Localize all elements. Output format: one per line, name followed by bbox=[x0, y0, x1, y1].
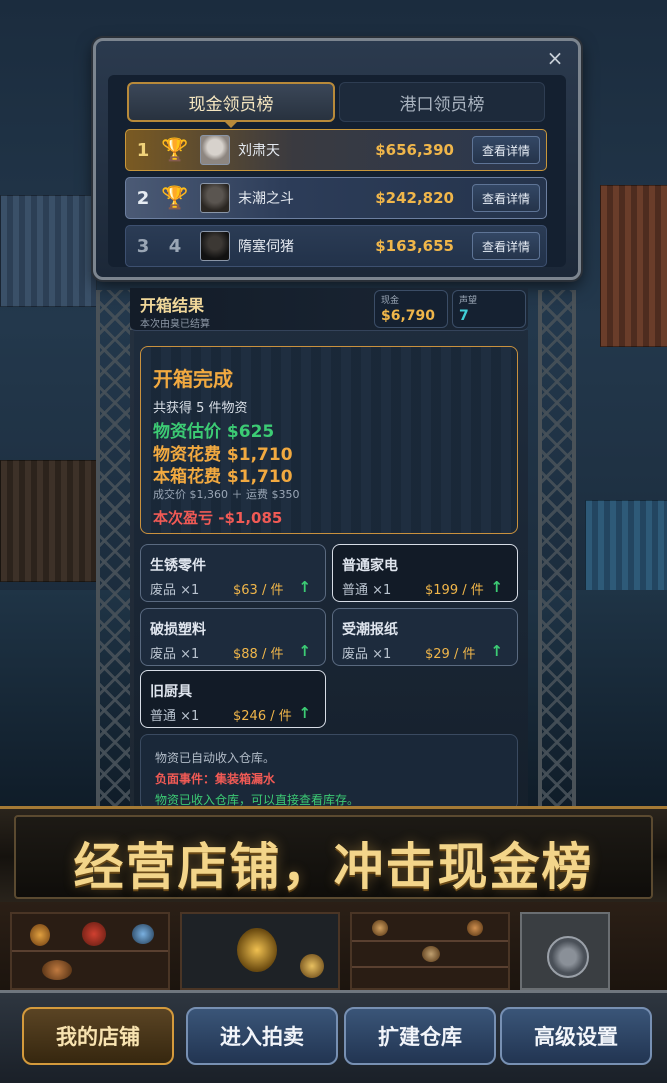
close-icon[interactable]: × bbox=[546, 48, 564, 68]
leaderboard-rows: 1 🏆 刘肃天 $656,390 查看详情 2 🏆 末潮之斗 $242,820 … bbox=[125, 129, 547, 273]
event-log: 物资已自动收入仓库。 负面事件：集装箱漏水 物资已收入仓库，可以直接查看库存。 bbox=[140, 734, 518, 810]
cost-breakdown: 成交价 $1,360 ＋ 运费 $350 bbox=[153, 488, 300, 501]
arrow-up-icon: ↑ bbox=[298, 704, 311, 722]
avatar bbox=[200, 183, 230, 213]
item-count: 共获得 5 件物资 bbox=[153, 401, 248, 416]
item-quality: 废品 ×1 bbox=[150, 647, 200, 662]
cash-value: $6,790 bbox=[381, 308, 436, 324]
safe-vault bbox=[520, 912, 610, 990]
view-details-button[interactable]: 查看详情 bbox=[472, 184, 540, 212]
arrow-up-icon: ↑ bbox=[490, 578, 503, 596]
item-price: $246 / 件 bbox=[233, 709, 292, 724]
bg-container-left bbox=[0, 195, 97, 307]
player-cash: $163,655 bbox=[375, 237, 454, 255]
item-price: $199 / 件 bbox=[425, 583, 484, 598]
gold-trophy-icon: 🏆 bbox=[161, 137, 189, 163]
log-line-negative-event: 负面事件：集装箱漏水 bbox=[155, 772, 276, 786]
result-header: 开箱结果 本次由臭已结算 现金 $6,790 声望 7 bbox=[130, 288, 528, 331]
item-name: 生锈零件 bbox=[150, 558, 206, 574]
result-subtitle: 本次由臭已结算 bbox=[140, 319, 210, 330]
avatar bbox=[200, 231, 230, 261]
player-cash: $656,390 bbox=[375, 141, 454, 159]
item-price: $29 / 件 bbox=[425, 647, 476, 662]
player-cash: $242,820 bbox=[375, 189, 454, 207]
view-details-button[interactable]: 查看详情 bbox=[472, 136, 540, 164]
rank-number-secondary: 4 bbox=[168, 235, 182, 257]
bottom-nav: 我的店铺 进入拍卖 扩建仓库 高级设置 bbox=[0, 990, 667, 1083]
bronze-trophy-icon: 🏆 bbox=[161, 185, 189, 211]
crane-left bbox=[96, 290, 134, 810]
item-price: $63 / 件 bbox=[233, 583, 284, 598]
shop-scene bbox=[0, 902, 667, 1000]
my-shop-button[interactable]: 我的店铺 bbox=[22, 1007, 174, 1065]
crane-right bbox=[538, 290, 576, 810]
expand-warehouse-button[interactable]: 扩建仓库 bbox=[344, 1007, 496, 1065]
item-card[interactable]: 生锈零件 废品 ×1 $63 / 件 ↑ bbox=[140, 544, 326, 602]
reputation-value: 7 bbox=[459, 308, 469, 324]
arrow-up-icon: ↑ bbox=[490, 642, 503, 660]
item-card[interactable]: 普通家电 普通 ×1 $199 / 件 ↑ bbox=[332, 544, 518, 602]
item-quality: 普通 ×1 bbox=[150, 709, 200, 724]
banner-text: 经营店铺，冲击现金榜 bbox=[73, 838, 594, 896]
log-line: 物资已自动收入仓库。 bbox=[155, 751, 276, 765]
item-name: 普通家电 bbox=[342, 558, 398, 574]
bg-container-right bbox=[600, 185, 667, 347]
summary-title: 开箱完成 bbox=[153, 367, 233, 391]
shop-shelf bbox=[10, 912, 170, 990]
item-price: $88 / 件 bbox=[233, 647, 284, 662]
reputation-stat: 声望 7 bbox=[452, 290, 526, 328]
shop-shelf bbox=[350, 912, 510, 990]
enter-auction-button[interactable]: 进入拍卖 bbox=[186, 1007, 338, 1065]
rank-number: 1 bbox=[136, 139, 150, 161]
tab-cash-leaderboard[interactable]: 现金领员榜 bbox=[127, 82, 335, 128]
item-card[interactable]: 受潮报纸 废品 ×1 $29 / 件 ↑ bbox=[332, 608, 518, 666]
item-quality: 普通 ×1 bbox=[342, 583, 392, 598]
leaderboard-row: 2 🏆 末潮之斗 $242,820 查看详情 bbox=[125, 177, 547, 219]
item-quality: 废品 ×1 bbox=[342, 647, 392, 662]
profit-loss: 本次盈亏 -$1,085 bbox=[153, 509, 283, 527]
tab-port-leaderboard[interactable]: 港口领员榜 bbox=[339, 82, 545, 122]
cash-label: 现金 bbox=[381, 296, 400, 306]
cash-stat: 现金 $6,790 bbox=[374, 290, 448, 328]
arrow-up-icon: ↑ bbox=[298, 642, 311, 660]
promo-banner: 经营店铺，冲击现金榜 bbox=[0, 806, 667, 908]
leaderboard-row: 1 🏆 刘肃天 $656,390 查看详情 bbox=[125, 129, 547, 171]
estimated-value: 物资估价 $625 bbox=[153, 422, 275, 442]
leaderboard-tabs: 现金领员榜 港口领员榜 bbox=[127, 82, 545, 128]
item-card[interactable]: 旧厨具 普通 ×1 $246 / 件 ↑ bbox=[140, 670, 326, 728]
item-name: 受潮报纸 bbox=[342, 622, 398, 638]
reputation-label: 声望 bbox=[459, 296, 478, 306]
item-name: 旧厨具 bbox=[150, 684, 192, 700]
box-cost: 本箱花费 $1,710 bbox=[153, 467, 293, 487]
item-quality: 废品 ×1 bbox=[150, 583, 200, 598]
item-card[interactable]: 破损塑料 废品 ×1 $88 / 件 ↑ bbox=[140, 608, 326, 666]
avatar bbox=[200, 135, 230, 165]
view-details-button[interactable]: 查看详情 bbox=[472, 232, 540, 260]
shop-display bbox=[180, 912, 340, 990]
rank-number: 3 bbox=[136, 235, 150, 257]
item-name: 破损塑料 bbox=[150, 622, 206, 638]
player-name: 末潮之斗 bbox=[238, 191, 294, 207]
bg-container-left-lower bbox=[0, 460, 97, 582]
leaderboard-row: 3 4 隋塞伺猪 $163,655 查看详情 bbox=[125, 225, 547, 267]
bg-container-right-lower bbox=[585, 500, 667, 592]
advanced-settings-button[interactable]: 高级设置 bbox=[500, 1007, 652, 1065]
result-title: 开箱结果 bbox=[140, 296, 205, 315]
player-name: 隋塞伺猪 bbox=[238, 239, 294, 255]
rank-number: 2 bbox=[136, 187, 150, 209]
arrow-up-icon: ↑ bbox=[298, 578, 311, 596]
player-name: 刘肃天 bbox=[238, 143, 280, 159]
open-box-summary: 开箱完成 共获得 5 件物资 物资估价 $625 物资花费 $1,710 本箱花… bbox=[140, 346, 518, 534]
